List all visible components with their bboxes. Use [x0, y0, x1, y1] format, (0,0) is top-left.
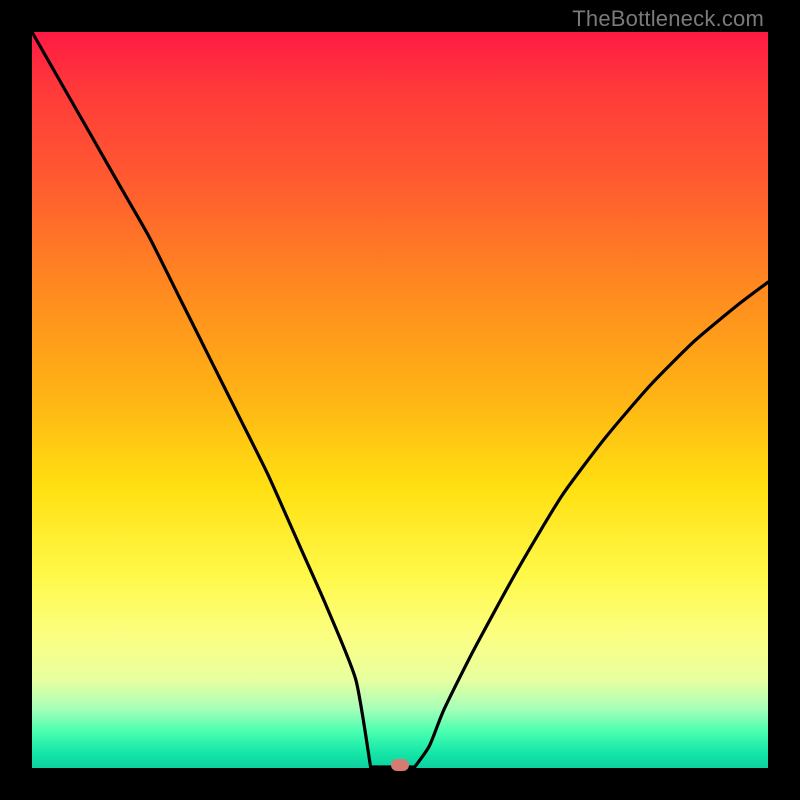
optimal-point-marker	[391, 759, 409, 771]
watermark-text: TheBottleneck.com	[572, 6, 764, 32]
plot-area	[32, 32, 768, 768]
bottleneck-curve	[32, 32, 768, 768]
chart-frame: TheBottleneck.com	[0, 0, 800, 800]
